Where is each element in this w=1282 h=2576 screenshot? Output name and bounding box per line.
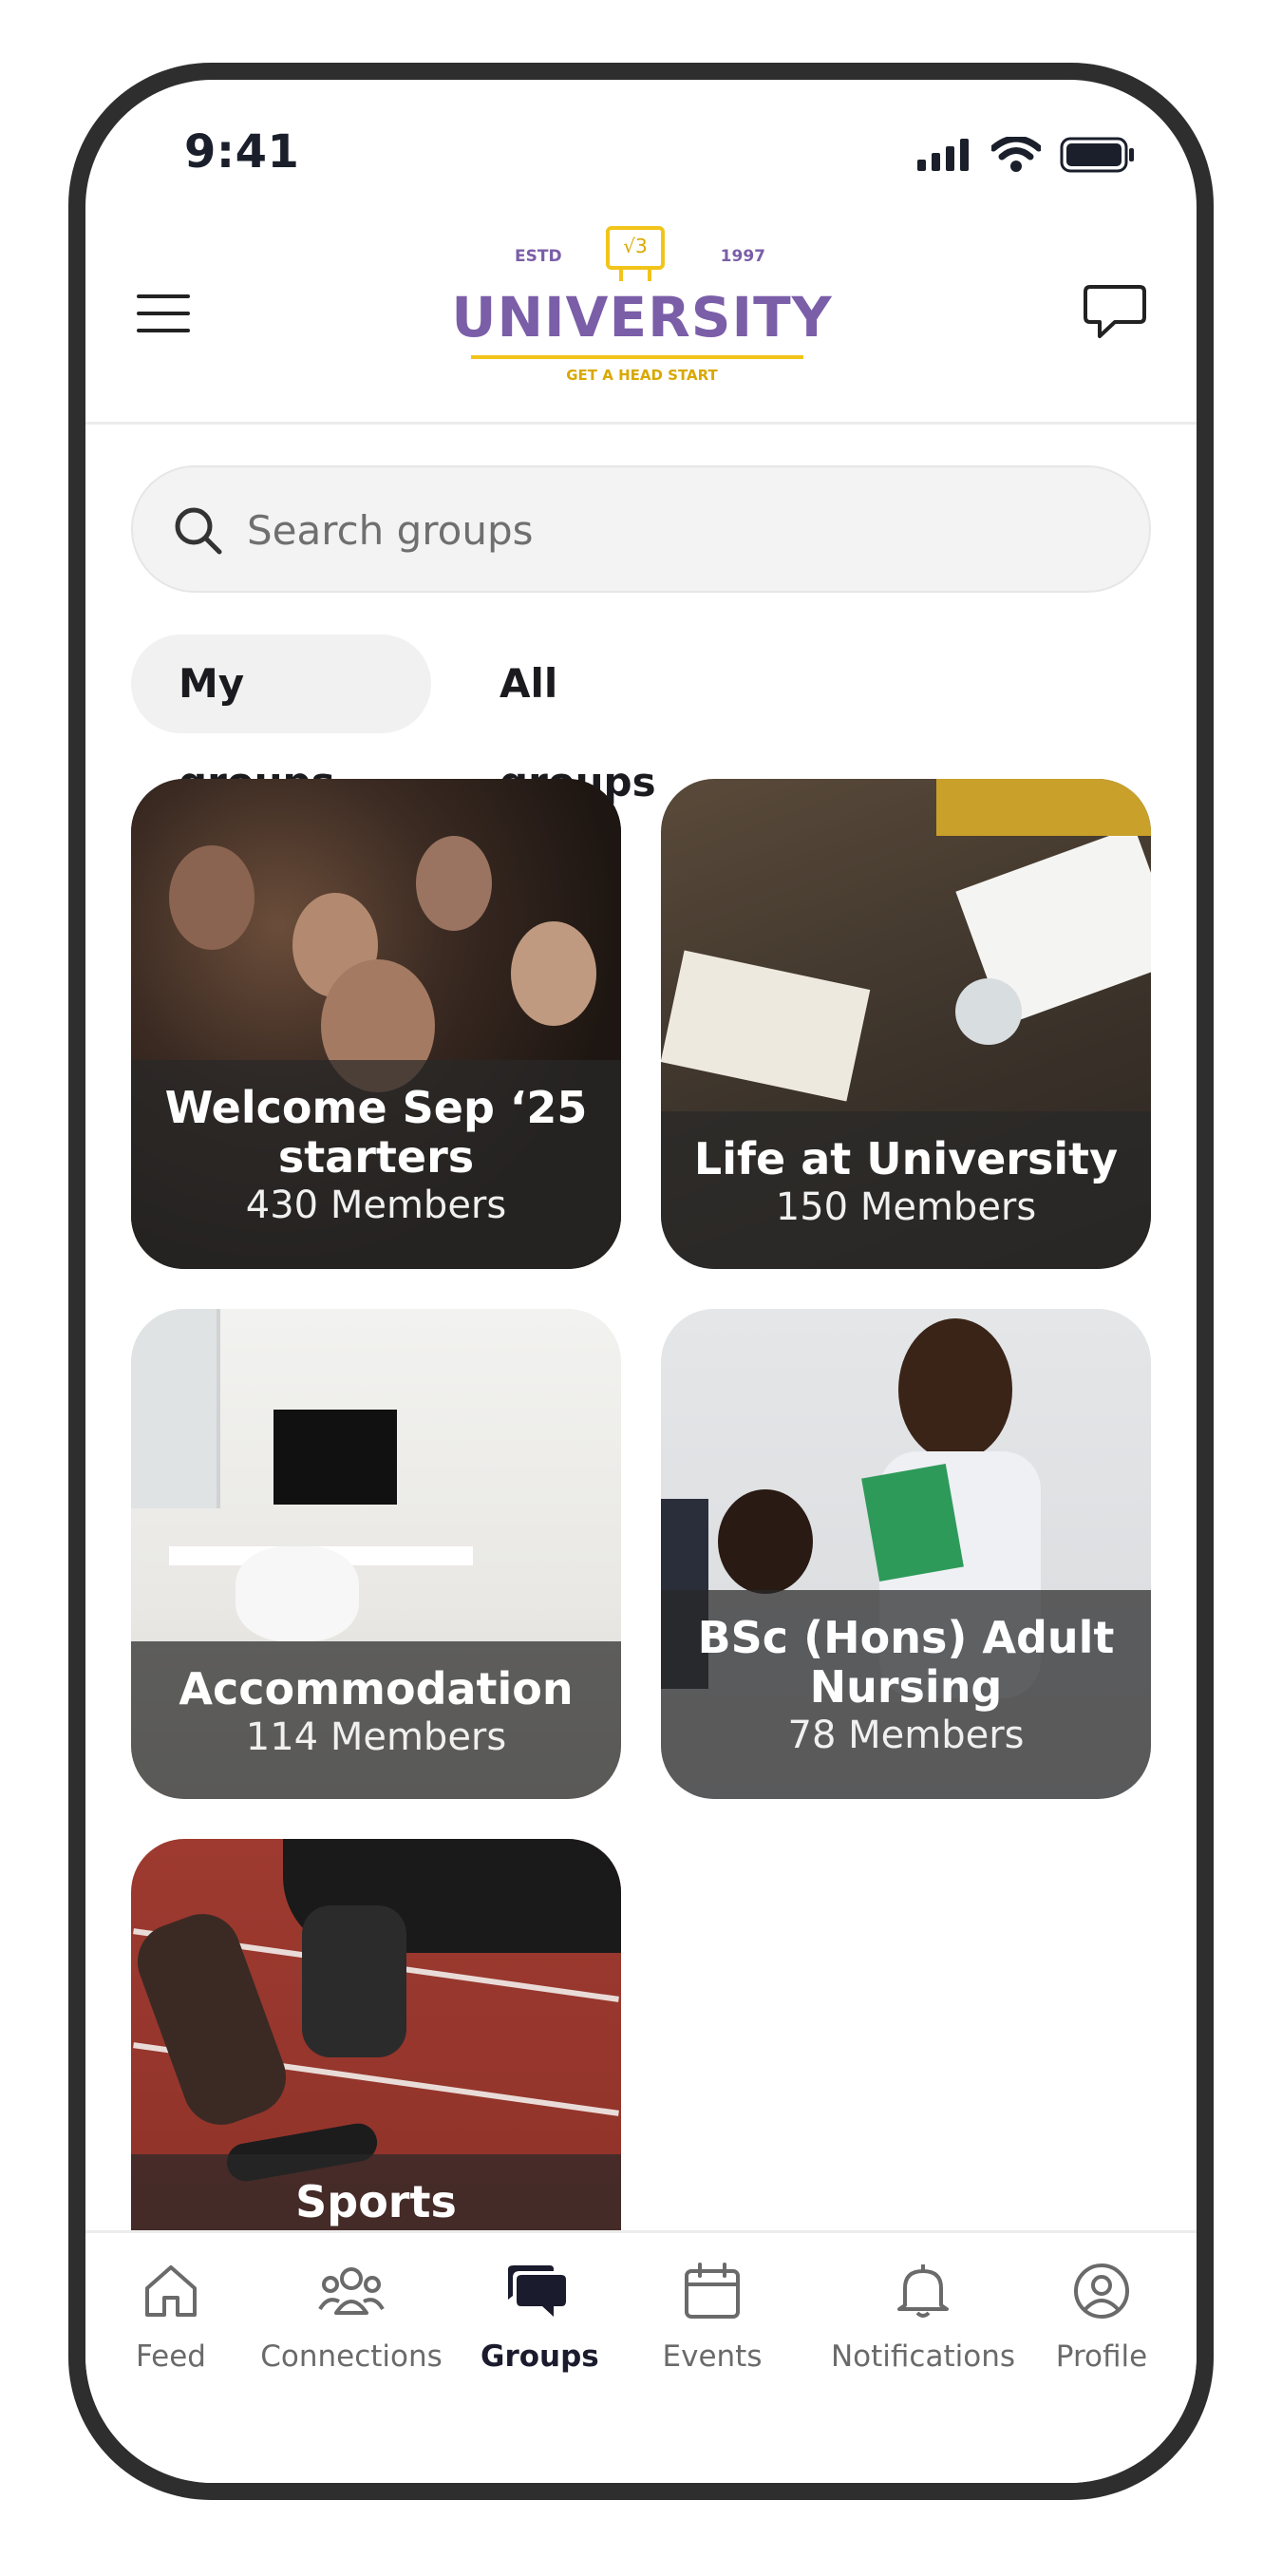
nav-label: Connections <box>260 2339 443 2374</box>
cellular-signal-icon <box>917 139 969 171</box>
logo-estd: ESTD <box>515 247 562 266</box>
chat-bubbles-icon <box>481 2258 594 2324</box>
logo-name: UNIVERSITY <box>451 285 833 350</box>
nav-label: Events <box>662 2339 763 2374</box>
group-title: Welcome Sep ‘25 starters <box>164 1082 588 1183</box>
user-circle-icon <box>1045 2258 1159 2324</box>
nav-groups[interactable]: Groups <box>481 2258 599 2374</box>
group-title: Life at University <box>693 1133 1119 1184</box>
nav-events[interactable]: Events <box>655 2258 769 2374</box>
group-title: Sports <box>295 2176 457 2227</box>
nav-label: Notifications <box>830 2339 1016 2374</box>
search-icon <box>175 507 222 555</box>
logo-symbol: √3 <box>623 235 648 257</box>
search-bar[interactable] <box>131 465 1151 593</box>
group-member-count: 430 Members <box>245 1184 507 1227</box>
tab-all-groups[interactable]: All groups <box>452 635 737 805</box>
logo-board-legs <box>619 270 651 281</box>
group-card[interactable]: Life at University 150 Members <box>661 779 1151 1269</box>
wifi-icon <box>991 137 1041 172</box>
calendar-icon <box>655 2258 769 2324</box>
group-card-caption: Life at University 150 Members <box>661 1111 1151 1269</box>
group-card[interactable]: Accommodation 114 Members <box>131 1309 621 1799</box>
nav-label: Groups <box>481 2339 599 2374</box>
nav-feed[interactable]: Feed <box>123 2258 218 2374</box>
group-card-caption: BSc (Hons) Adult Nursing 78 Members <box>661 1590 1151 1799</box>
bell-icon <box>819 2258 1027 2324</box>
nav-label: Feed <box>136 2339 206 2374</box>
logo-underline <box>471 355 803 359</box>
group-card[interactable]: BSc (Hons) Adult Nursing 78 Members <box>661 1309 1151 1799</box>
logo-tagline: GET A HEAD START <box>566 367 718 384</box>
group-card[interactable]: Welcome Sep ‘25 starters 430 Members <box>131 779 621 1269</box>
group-card-caption: Welcome Sep ‘25 starters 430 Members <box>131 1060 621 1269</box>
logo-board: √3 <box>606 226 665 270</box>
tab-my-groups[interactable]: My groups <box>131 635 431 805</box>
group-member-count: 150 Members <box>775 1185 1037 1229</box>
battery-icon <box>1060 137 1134 173</box>
logo-year: 1997 <box>720 247 765 266</box>
nav-connections[interactable]: Connections <box>256 2258 446 2374</box>
bottom-navigation: Feed Connections Groups Events Notificat… <box>85 2230 1197 2483</box>
group-title: Accommodation <box>179 1663 574 1714</box>
group-card-caption: Accommodation 114 Members <box>131 1641 621 1799</box>
group-member-count: 78 Members <box>787 1714 1025 1757</box>
group-title: BSc (Hons) Adult Nursing <box>697 1612 1115 1713</box>
app-screen: 9:41 ESTD √3 1997 UNIVERSITY GET A HEAD … <box>85 80 1197 2483</box>
group-member-count: 114 Members <box>245 1715 507 1759</box>
home-icon <box>123 2258 218 2324</box>
university-logo: ESTD √3 1997 UNIVERSITY GET A HEAD START <box>443 222 841 393</box>
search-input[interactable] <box>245 496 1084 564</box>
hamburger-menu-icon[interactable] <box>137 294 190 332</box>
nav-profile[interactable]: Profile <box>1045 2258 1159 2374</box>
people-icon <box>256 2258 446 2324</box>
status-time: 9:41 <box>184 125 300 179</box>
nav-notifications[interactable]: Notifications <box>819 2258 1027 2374</box>
status-icons <box>917 137 1136 173</box>
messages-icon[interactable] <box>1083 283 1147 346</box>
nav-label: Profile <box>1055 2339 1148 2374</box>
